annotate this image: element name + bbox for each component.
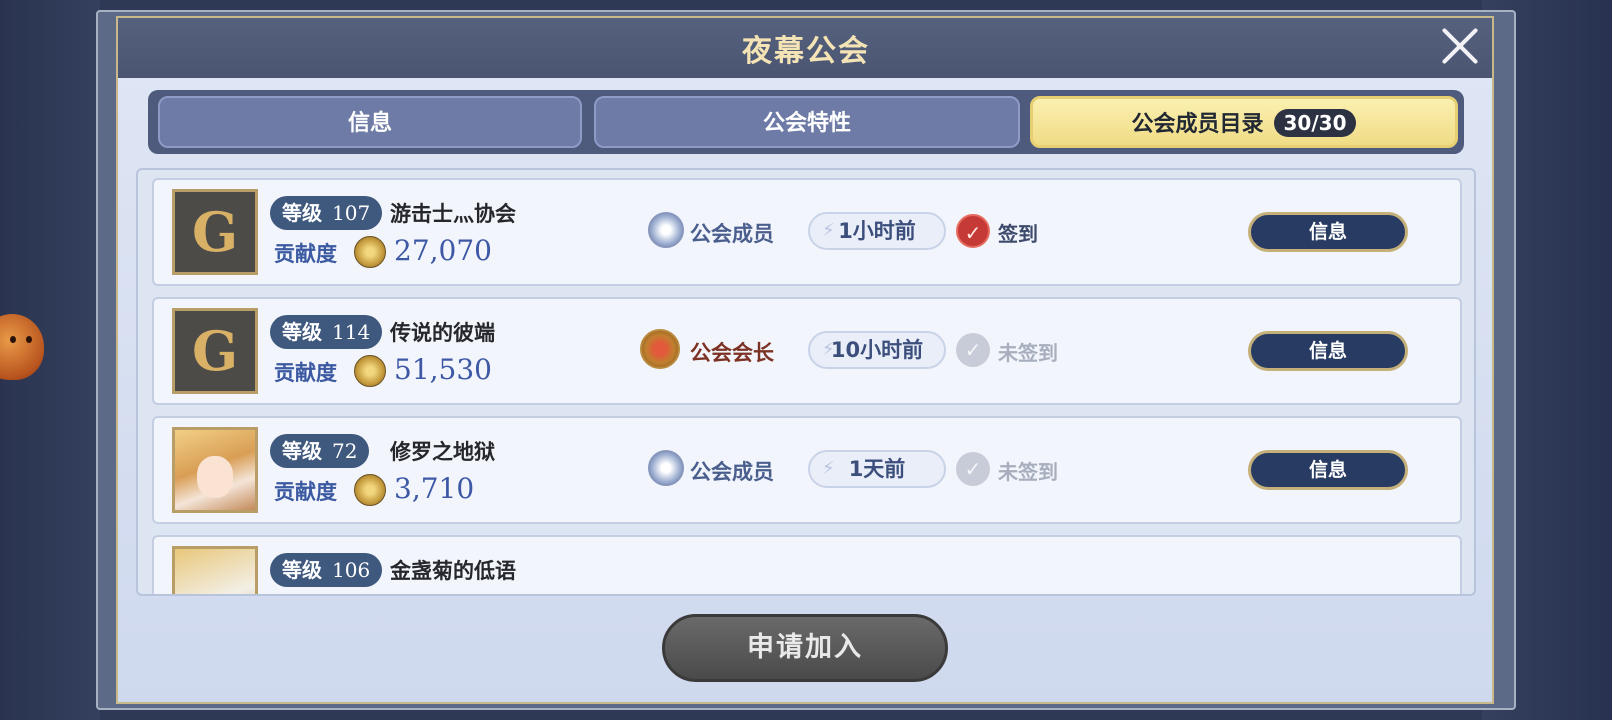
last-online-badge: ⚡ 1小时前 (808, 212, 946, 250)
tab-guild-traits[interactable]: 公会特性 (594, 96, 1020, 148)
guild-avatar-icon[interactable]: G (172, 308, 258, 394)
member-row: G 等级 107 游击士灬协会 贡献度 27,070 公会成员 ⚡ 1小时前 ✓ 签… (152, 178, 1462, 286)
member-rank-icon (648, 450, 684, 486)
leader-rank-icon (640, 329, 680, 369)
checkin-status: 未签到 (998, 341, 1058, 365)
member-info-button[interactable]: 信息 (1248, 331, 1408, 371)
contribution-label: 贡献度 (274, 480, 337, 504)
contribution-value: 51,530 (394, 353, 492, 386)
character-avatar-icon[interactable] (172, 546, 258, 594)
not-checked-in-icon: ✓ (956, 333, 990, 367)
coin-icon (354, 355, 386, 387)
member-info-button[interactable]: 信息 (1248, 450, 1408, 490)
member-role: 公会成员 (690, 222, 774, 246)
level-badge: 等级 106 (270, 553, 383, 587)
checkin-status: 签到 (998, 222, 1038, 246)
member-row: 等级 106 金盏菊的低语 (152, 535, 1462, 594)
guild-avatar-icon[interactable]: G (172, 189, 258, 275)
level-badge: 等级 114 (270, 315, 383, 349)
member-name: 金盏菊的低语 (390, 559, 516, 583)
last-online-badge: ⚡ 1天前 (808, 450, 946, 488)
checkin-status: 未签到 (998, 460, 1058, 484)
contribution-label: 贡献度 (274, 361, 337, 385)
tab-info[interactable]: 信息 (158, 96, 582, 148)
member-row: G 等级 114 传说的彼端 贡献度 51,530 公会会长 ⚡ 10小时前 ✓ 未… (152, 297, 1462, 405)
member-name: 传说的彼端 (390, 321, 495, 345)
level-badge: 等级 107 (270, 196, 383, 230)
dialog-title: 夜幕公会 (742, 34, 870, 69)
not-checked-in-icon: ✓ (956, 452, 990, 486)
member-name: 游击士灬协会 (390, 202, 516, 226)
character-avatar-icon[interactable] (172, 427, 258, 513)
bolt-icon: ⚡ (822, 220, 835, 241)
member-name: 修罗之地狱 (390, 440, 495, 464)
member-row: 等级 72 修罗之地狱 贡献度 3,710 公会成员 ⚡ 1天前 ✓ 未签到 信息 (152, 416, 1462, 524)
coin-icon (354, 474, 386, 506)
contribution-value: 27,070 (394, 234, 492, 267)
close-icon[interactable] (1440, 26, 1480, 66)
level-badge: 等级 72 (270, 434, 370, 468)
contribution-value: 3,710 (394, 472, 475, 505)
apply-join-button[interactable]: 申请加入 (662, 614, 948, 682)
contribution-label: 贡献度 (274, 242, 337, 266)
member-rank-icon (648, 212, 684, 248)
last-online-badge: ⚡ 10小时前 (808, 331, 946, 369)
member-role: 公会成员 (690, 460, 774, 484)
member-role: 公会会长 (690, 341, 774, 365)
tab-member-list[interactable]: 公会成员目录 30/30 (1030, 96, 1458, 148)
bolt-icon: ⚡ (822, 458, 835, 479)
checked-in-icon: ✓ (956, 214, 990, 248)
bolt-icon: ⚡ (822, 339, 835, 360)
coin-icon (354, 236, 386, 268)
member-info-button[interactable]: 信息 (1248, 212, 1408, 252)
member-list[interactable]: G 等级 107 游击士灬协会 贡献度 27,070 公会成员 ⚡ 1小时前 ✓ 签… (136, 168, 1476, 596)
member-count-badge: 30/30 (1273, 109, 1357, 137)
